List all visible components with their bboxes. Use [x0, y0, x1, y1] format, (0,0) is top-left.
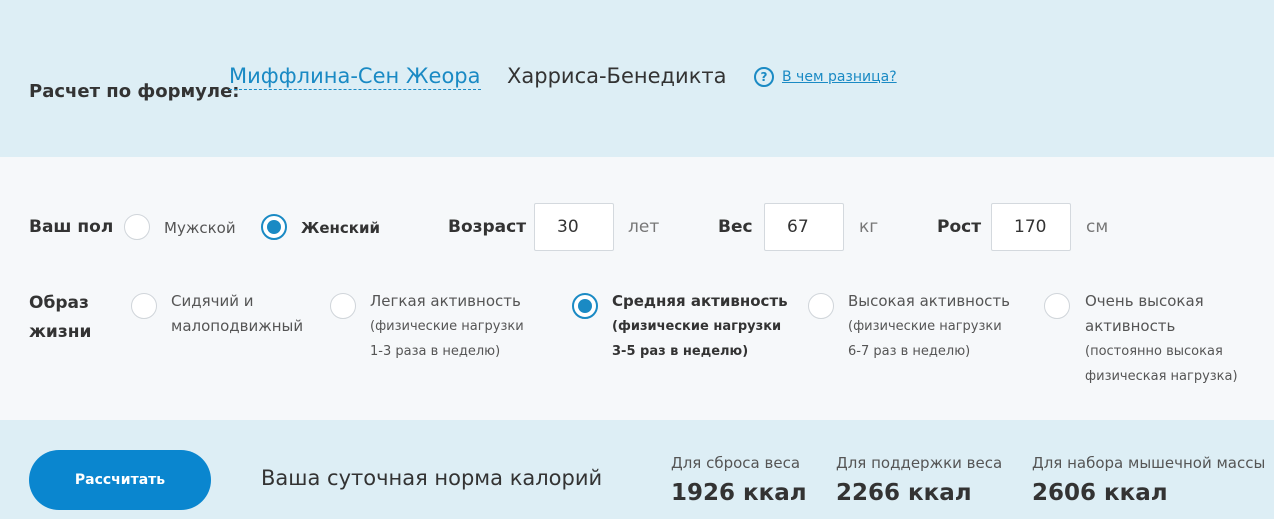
result-maintain-label: Для поддержки веса	[836, 454, 1003, 472]
question-circle-icon[interactable]: ?	[754, 67, 774, 87]
height-label: Рост	[937, 217, 982, 237]
height-unit: см	[1086, 217, 1109, 237]
lifestyle-option-line: физическая нагрузка)	[1085, 369, 1238, 384]
lifestyle-option-line: Легкая активность	[370, 292, 521, 310]
lifestyle-option-line: Средняя активность	[612, 292, 788, 310]
lifestyle-light-radio[interactable]	[330, 293, 356, 319]
gender-male-label[interactable]: Мужской	[164, 219, 236, 237]
lifestyle-high-option[interactable]: Высокая активность (физические нагрузки …	[848, 289, 1010, 364]
result-lose-value: 1926 ккал	[671, 480, 807, 506]
lifestyle-option-line: (физические нагрузки	[370, 319, 524, 334]
lifestyle-option-line: (физические нагрузки	[848, 319, 1002, 334]
gender-female-label[interactable]: Женский	[301, 219, 380, 237]
result-maintain-value: 2266 ккал	[836, 480, 972, 506]
difference-help-link[interactable]: В чем разница?	[782, 69, 897, 85]
lifestyle-option-line: 6-7 раз в неделю)	[848, 344, 971, 359]
gender-female-radio[interactable]	[261, 214, 287, 240]
lifestyle-option-line: малоподвижный	[171, 317, 304, 335]
lifestyle-label-line1: Образ	[29, 293, 89, 313]
weight-unit: кг	[859, 217, 879, 237]
lifestyle-light-option[interactable]: Легкая активность (физические нагрузки 1…	[370, 289, 524, 364]
lifestyle-option-line: Очень высокая	[1085, 292, 1204, 310]
lifestyle-option-line: Сидячий и	[171, 292, 254, 310]
weight-label: Вес	[718, 217, 753, 237]
lifestyle-medium-option[interactable]: Средняя активность (физические нагрузки …	[612, 289, 788, 364]
result-gain-label: Для набора мышечной массы	[1032, 454, 1266, 472]
formula-label: Расчет по формуле:	[29, 81, 240, 102]
calculate-button[interactable]: Рассчитать	[29, 450, 211, 510]
lifestyle-sedentary-radio[interactable]	[131, 293, 157, 319]
lifestyle-option-line: Высокая активность	[848, 292, 1010, 310]
lifestyle-medium-radio[interactable]	[572, 293, 598, 319]
age-input[interactable]: 30	[534, 203, 614, 251]
lifestyle-very-high-option[interactable]: Очень высокая активность (постоянно высо…	[1085, 289, 1238, 389]
lifestyle-option-line: (постоянно высокая	[1085, 344, 1223, 359]
result-lose-label: Для сброса веса	[671, 454, 801, 472]
lifestyle-option-line: 3-5 раз в неделю)	[612, 344, 749, 359]
lifestyle-option-line: 1-3 раза в неделю)	[370, 344, 501, 359]
result-gain-value: 2606 ккал	[1032, 480, 1168, 506]
gender-male-radio[interactable]	[124, 214, 150, 240]
lifestyle-option-line: активность	[1085, 317, 1176, 335]
age-label: Возраст	[448, 217, 527, 237]
weight-input[interactable]: 67	[764, 203, 844, 251]
lifestyle-high-radio[interactable]	[808, 293, 834, 319]
lifestyle-sedentary-option[interactable]: Сидячий и малоподвижный	[171, 289, 303, 339]
lifestyle-label-line2: жизни	[29, 322, 92, 342]
lifestyle-very-high-radio[interactable]	[1044, 293, 1070, 319]
tab-mifflin[interactable]: Миффлина-Сен Жеора	[229, 64, 481, 90]
age-unit: лет	[628, 217, 660, 237]
daily-norm-label: Ваша суточная норма калорий	[261, 466, 603, 490]
gender-label: Ваш пол	[29, 217, 114, 237]
height-input[interactable]: 170	[991, 203, 1071, 251]
lifestyle-option-line: (физические нагрузки	[612, 319, 782, 334]
tab-harris-benedict[interactable]: Харриса-Бенедикта	[507, 64, 727, 88]
